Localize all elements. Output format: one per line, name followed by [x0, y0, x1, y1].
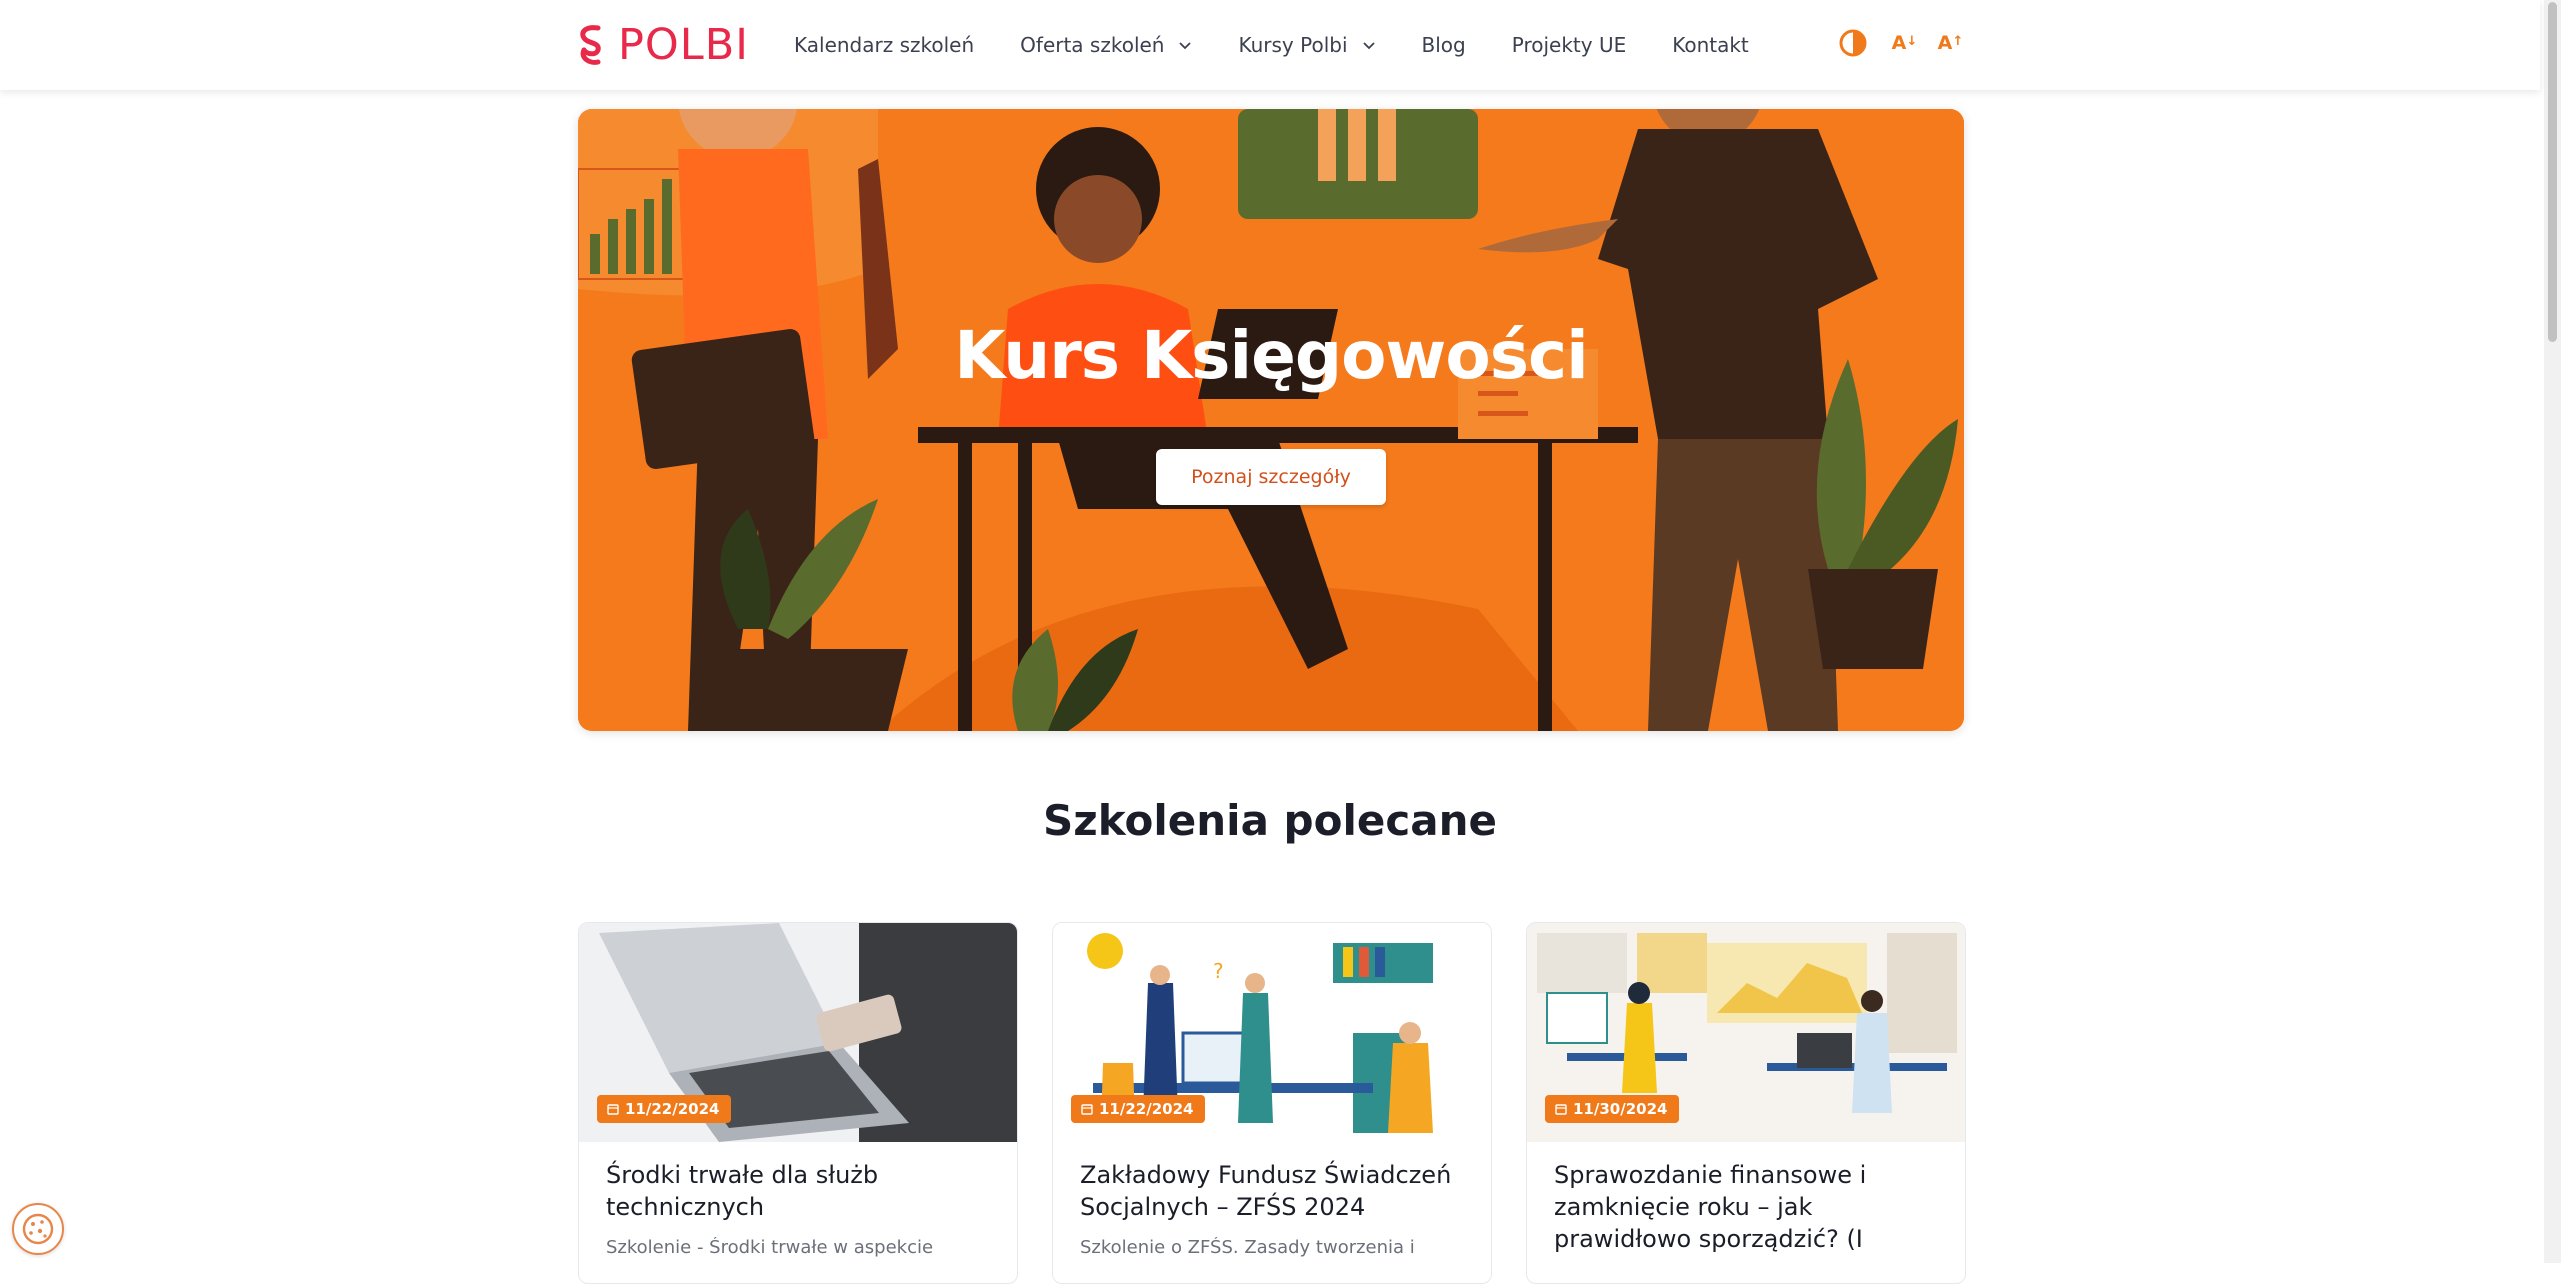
- chevron-down-icon: [1362, 42, 1375, 50]
- course-title: Zakładowy Fundusz Świadczeń Socjalnych –…: [1080, 1161, 1452, 1221]
- hero-illustration: [578, 109, 1964, 731]
- course-description: Szkolenie o ZFŚS. Zasady tworzenia i: [1080, 1237, 1415, 1258]
- accessibility-tools: A ↓ A ↑: [1838, 28, 1976, 58]
- nav-item-label: Oferta szkoleń: [1020, 33, 1165, 57]
- logo[interactable]: POLBI: [576, 22, 749, 68]
- nav-item-label: Kursy Polbi: [1238, 33, 1348, 57]
- nav-item-oferta[interactable]: Oferta szkoleń: [1020, 33, 1192, 57]
- logo-mark-icon: [580, 25, 601, 65]
- course-card[interactable]: 11/30/2024 Sprawozdanie finansowe i zamk…: [1526, 922, 1966, 1284]
- calendar-icon: [1555, 1104, 1567, 1115]
- date-badge: 11/22/2024: [1071, 1095, 1206, 1123]
- decrease-font-button[interactable]: A ↓: [1884, 28, 1918, 58]
- font-decrease-icon: A ↓: [1891, 31, 1918, 54]
- cookie-settings-button[interactable]: [12, 1203, 64, 1255]
- nav-item-label: Projekty UE: [1511, 33, 1627, 57]
- font-increase-icon: A ↑: [1937, 31, 1964, 54]
- main-nav: Kalendarz szkoleń Oferta szkoleń Kursy P…: [794, 0, 1795, 90]
- logo-text: POLBI: [618, 20, 749, 70]
- page-scrollbar[interactable]: [2544, 0, 2561, 1263]
- contrast-icon: [1839, 29, 1867, 57]
- date-badge: 11/30/2024: [1545, 1095, 1680, 1123]
- scrollbar-thumb[interactable]: [2548, 2, 2557, 342]
- nav-item-kursy[interactable]: Kursy Polbi: [1238, 33, 1375, 57]
- nav-item-label: Kontakt: [1672, 33, 1749, 57]
- date-badge: 11/22/2024: [597, 1095, 732, 1123]
- course-description: Szkolenie - Środki trwałe w aspekcie: [606, 1237, 934, 1258]
- cookie-icon: [22, 1213, 54, 1245]
- increase-font-button[interactable]: A ↑: [1930, 28, 1964, 58]
- course-card[interactable]: 11/22/2024 Środki trwałe dla służb techn…: [578, 922, 1018, 1284]
- nav-item-label: Blog: [1421, 33, 1466, 57]
- details-button[interactable]: Poznaj szczegóły: [1156, 449, 1386, 505]
- calendar-icon: [607, 1104, 619, 1115]
- course-title: Sprawozdanie finansowe i zamknięcie roku…: [1554, 1161, 1867, 1253]
- calendar-icon: [1081, 1104, 1093, 1115]
- nav-item-kontakt[interactable]: Kontakt: [1672, 33, 1749, 57]
- hero-banner: Kurs Księgowości Poznaj szczegóły: [578, 109, 1964, 731]
- chevron-down-icon: [1179, 42, 1192, 50]
- course-title: Środki trwałe dla służb technicznych: [606, 1161, 879, 1221]
- course-card[interactable]: ? 11/22/2024 Zakładowy Fundusz Świadczeń…: [1052, 922, 1492, 1284]
- site-header: POLBI Kalendarz szkoleń Oferta szkoleń K…: [0, 0, 2540, 90]
- hero-title: Kurs Księgowości: [954, 317, 1589, 394]
- svg-text:?: ?: [1213, 959, 1224, 983]
- nav-item-blog[interactable]: Blog: [1422, 33, 1466, 57]
- section-title: Szkolenia polecane: [1043, 796, 1497, 845]
- nav-item-label: Kalendarz szkoleń: [794, 33, 975, 57]
- nav-item-projekty[interactable]: Projekty UE: [1512, 33, 1626, 57]
- nav-item-kalendarz[interactable]: Kalendarz szkoleń: [794, 33, 974, 57]
- contrast-toggle-button[interactable]: [1838, 28, 1868, 58]
